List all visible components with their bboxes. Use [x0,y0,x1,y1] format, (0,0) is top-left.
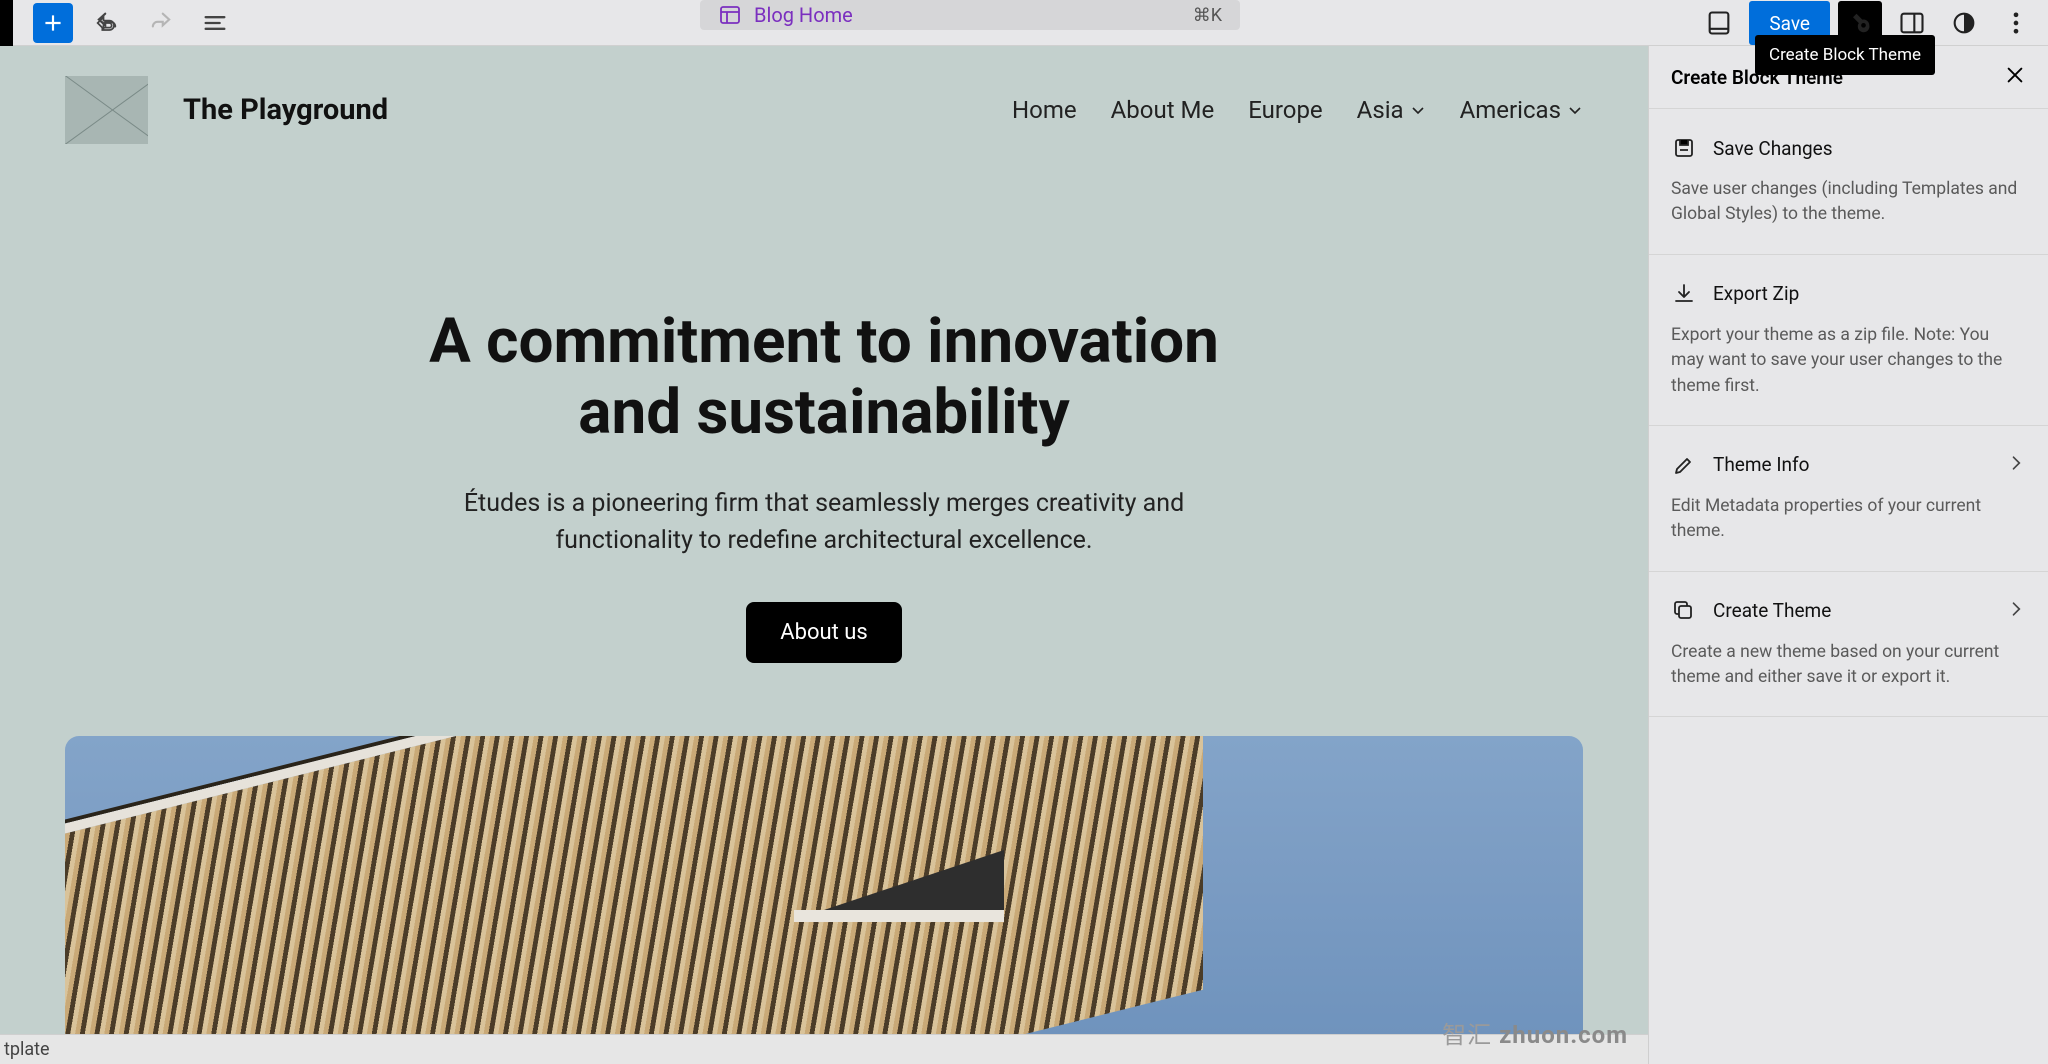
create-theme-desc: Create a new theme based on your current… [1671,640,2026,691]
list-view-button[interactable] [195,3,235,43]
nav-americas[interactable]: Americas [1460,96,1583,124]
window-edge [0,0,13,46]
nav-about[interactable]: About Me [1111,96,1215,124]
building-graphic-tip [794,850,1004,920]
export-zip-section[interactable]: Export Zip Export your theme as a zip fi… [1649,255,2048,426]
hero-section: A commitment to innovation and sustainab… [0,306,1648,663]
nav-asia[interactable]: Asia [1357,96,1426,124]
site-header: The Playground Home About Me Europe Asia… [65,76,1583,144]
list-icon [201,9,229,37]
document-label: Blog Home [754,3,853,27]
create-theme-section[interactable]: Create Theme Create a new theme based on… [1649,572,2048,718]
save-changes-desc: Save user changes (including Templates a… [1671,177,2026,228]
building-graphic [65,736,1204,1036]
footer-bar: tplate [0,1034,1648,1064]
more-options-button[interactable] [1994,1,2038,45]
redo-icon [147,9,175,37]
template-icon [718,3,742,27]
hero-image[interactable] [65,736,1583,1036]
redo-button[interactable] [141,3,181,43]
hero-subtext[interactable]: Études is a pioneering firm that seamles… [0,485,1648,560]
tooltip: Create Block Theme [1755,35,1935,75]
download-icon [1671,281,1697,307]
about-us-button[interactable]: About us [746,602,902,663]
export-zip-title: Export Zip [1713,282,1799,305]
theme-info-title: Theme Info [1713,453,1809,476]
kebab-icon [2002,9,2030,37]
device-icon [1705,9,1733,37]
undo-button[interactable] [87,3,127,43]
save-changes-title: Save Changes [1713,137,1833,160]
contrast-icon [1950,9,1978,37]
site-title[interactable]: The Playground [183,93,388,127]
save-label: Save [1769,12,1810,35]
plus-icon [40,10,66,36]
chevron-down-icon [1410,102,1426,118]
close-icon [2004,64,2026,86]
workspace: The Playground Home About Me Europe Asia… [0,46,2048,1064]
device-preview-button[interactable] [1697,1,1741,45]
undo-icon [93,9,121,37]
sidebar-icon [1898,9,1926,37]
styles-button[interactable] [1942,1,1986,45]
theme-info-desc: Edit Metadata properties of your current… [1671,494,2026,545]
close-panel-button[interactable] [2004,64,2026,90]
editor-canvas[interactable]: The Playground Home About Me Europe Asia… [0,46,1648,1064]
create-block-theme-panel: Create Block Theme Save Changes Save use… [1648,46,2048,1064]
site-nav: Home About Me Europe Asia Americas [1012,96,1583,124]
copy-icon [1671,598,1697,624]
nav-home[interactable]: Home [1012,96,1077,124]
nav-europe[interactable]: Europe [1248,96,1322,124]
document-selector[interactable]: Blog Home ⌘K [700,0,1240,30]
pencil-icon [1671,452,1697,478]
shortcut-hint: ⌘K [1193,5,1222,26]
create-theme-title: Create Theme [1713,599,1831,622]
site-logo[interactable] [65,76,148,144]
save-icon [1671,135,1697,161]
chevron-down-icon [1567,102,1583,118]
save-changes-section[interactable]: Save Changes Save user changes (includin… [1649,109,2048,255]
wrench-icon [1846,9,1874,37]
chevron-right-icon [2006,599,2026,623]
theme-info-section[interactable]: Theme Info Edit Metadata properties of y… [1649,426,2048,572]
watermark: 智汇 zhuon.com [1442,1015,1628,1050]
breadcrumb-fragment: tplate [4,1039,50,1060]
chevron-right-icon [2006,453,2026,477]
editor-toolbar: Blog Home ⌘K Save [0,0,2048,46]
hero-heading[interactable]: A commitment to innovation and sustainab… [0,306,1648,449]
add-block-button[interactable] [33,3,73,43]
export-zip-desc: Export your theme as a zip file. Note: Y… [1671,323,2026,399]
